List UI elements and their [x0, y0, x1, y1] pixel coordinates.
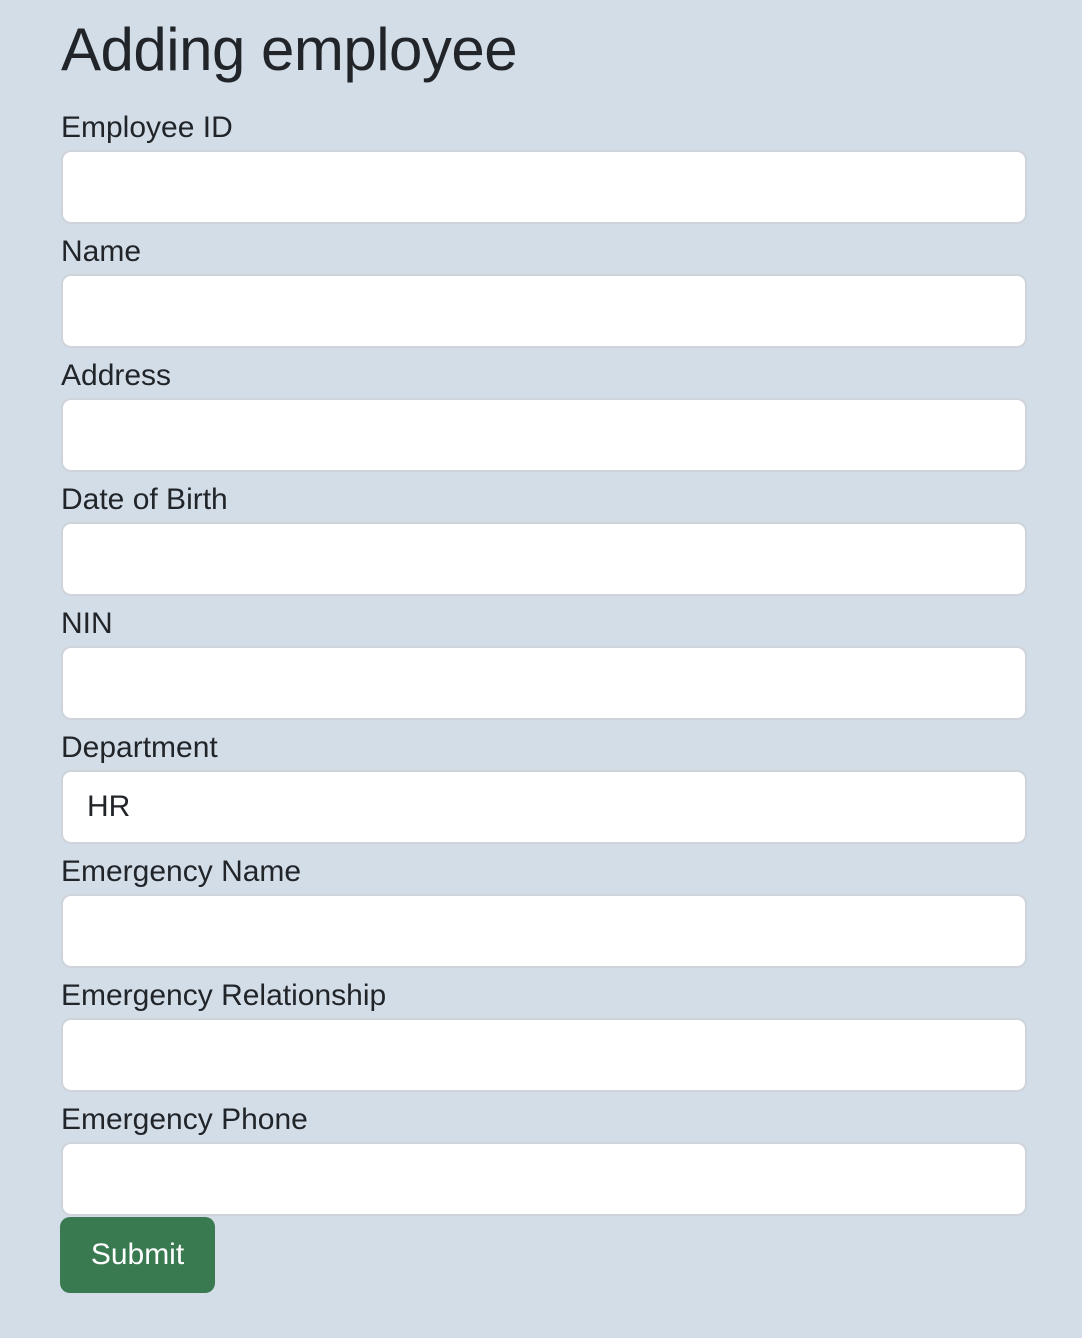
emergency-name-label: Emergency Name	[61, 855, 302, 888]
nin-label: NIN	[61, 607, 113, 640]
field-employee-id: Employee ID	[61, 110, 1027, 224]
nin-input[interactable]	[61, 646, 1027, 720]
employee-id-input[interactable]	[61, 150, 1027, 224]
emergency-phone-input[interactable]	[61, 1142, 1027, 1216]
name-input[interactable]	[61, 274, 1027, 348]
date-of-birth-label: Date of Birth	[61, 483, 228, 516]
emergency-relationship-input[interactable]	[61, 1018, 1027, 1092]
employee-id-label: Employee ID	[61, 111, 233, 144]
field-nin: NIN	[61, 606, 1027, 720]
emergency-name-input[interactable]	[61, 894, 1027, 968]
field-emergency-name: Emergency Name	[61, 854, 1027, 968]
department-label: Department	[61, 731, 218, 764]
field-date-of-birth: Date of Birth	[61, 482, 1027, 596]
submit-button[interactable]: Submit	[60, 1217, 215, 1293]
name-label: Name	[61, 235, 142, 268]
address-input[interactable]	[61, 398, 1027, 472]
field-emergency-phone: Emergency Phone	[61, 1102, 1027, 1216]
address-label: Address	[61, 359, 172, 392]
page-title: Adding employee	[61, 16, 518, 83]
field-department: Department	[61, 730, 1027, 844]
department-input[interactable]	[61, 770, 1027, 844]
date-of-birth-input[interactable]	[61, 522, 1027, 596]
emergency-relationship-label: Emergency Relationship	[61, 979, 387, 1012]
field-address: Address	[61, 358, 1027, 472]
field-emergency-relationship: Emergency Relationship	[61, 978, 1027, 1092]
field-name: Name	[61, 234, 1027, 348]
emergency-phone-label: Emergency Phone	[61, 1103, 308, 1136]
